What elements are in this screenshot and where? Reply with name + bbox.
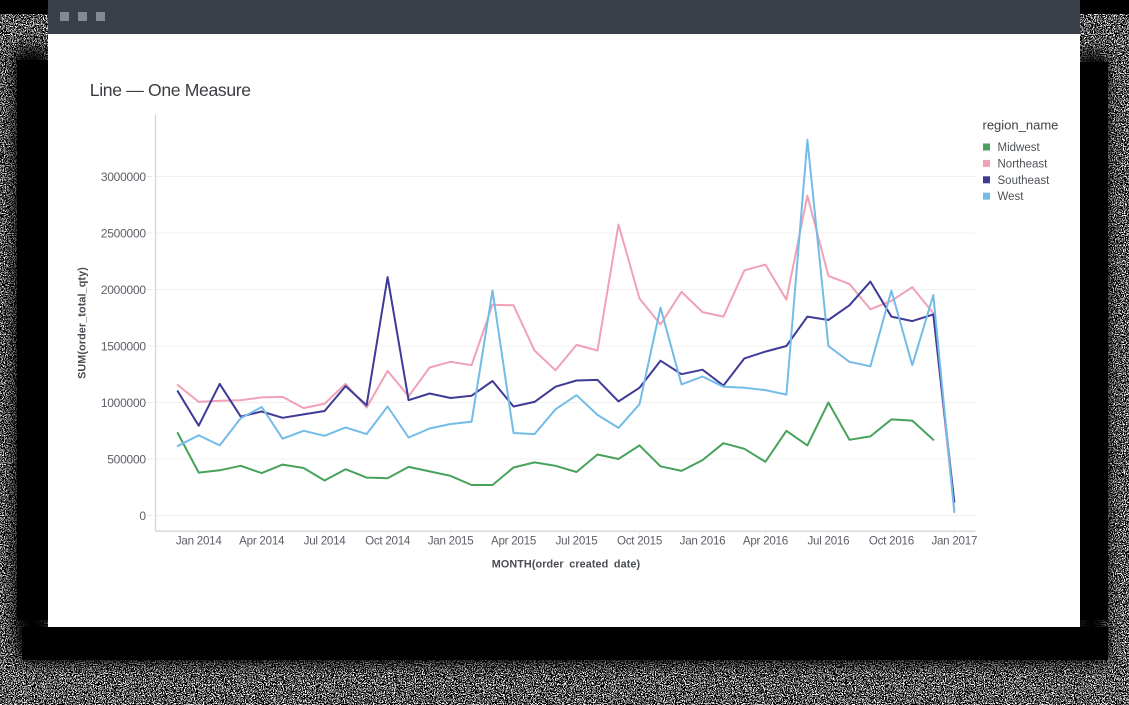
svg-text:2500000: 2500000 (101, 226, 147, 240)
svg-text:2000000: 2000000 (101, 283, 147, 297)
svg-text:Midwest: Midwest (998, 142, 1041, 154)
svg-text:Jul 2016: Jul 2016 (807, 534, 849, 547)
svg-text:Jan 2016: Jan 2016 (680, 534, 726, 547)
svg-text:Oct 2016: Oct 2016 (869, 534, 914, 547)
svg-text:0: 0 (139, 509, 146, 523)
svg-text:Southeast: Southeast (998, 175, 1051, 187)
svg-text:Jul 2015: Jul 2015 (556, 534, 598, 547)
svg-text:MONTH(order created date): MONTH(order created date) (492, 559, 641, 571)
svg-text:Jul 2014: Jul 2014 (304, 534, 347, 547)
svg-text:Northeast: Northeast (998, 158, 1049, 170)
svg-text:Oct 2015: Oct 2015 (617, 534, 662, 547)
svg-text:3000000: 3000000 (101, 170, 147, 184)
svg-text:SUM(order_total_qty): SUM(order_total_qty) (77, 267, 89, 379)
svg-text:1500000: 1500000 (101, 339, 147, 353)
svg-text:Jan 2015: Jan 2015 (428, 534, 474, 547)
svg-text:500000: 500000 (107, 452, 146, 466)
svg-text:region_name: region_name (983, 118, 1059, 133)
svg-text:Apr 2015: Apr 2015 (491, 534, 536, 547)
svg-text:West: West (998, 191, 1025, 203)
svg-text:Oct 2014: Oct 2014 (365, 534, 411, 547)
svg-text:Apr 2016: Apr 2016 (743, 534, 788, 547)
svg-text:1000000: 1000000 (101, 396, 147, 410)
svg-text:Jan 2014: Jan 2014 (176, 534, 223, 547)
svg-text:Jan 2017: Jan 2017 (931, 534, 977, 547)
svg-text:Apr 2014: Apr 2014 (239, 534, 285, 547)
